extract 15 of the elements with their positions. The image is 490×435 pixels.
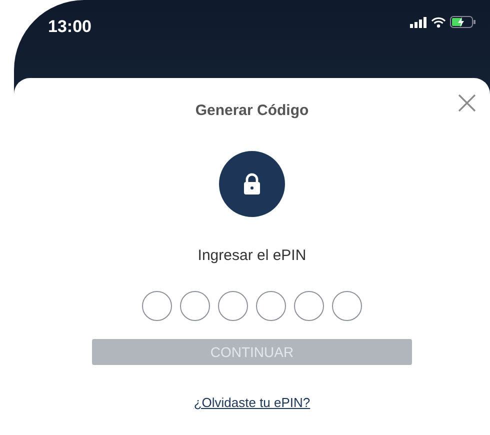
pin-digit-field[interactable] [180,291,210,321]
forgot-pin-link[interactable]: ¿Olvidaste tu ePIN? [194,393,310,412]
wifi-icon [431,16,446,28]
pin-digit-field[interactable] [294,291,324,321]
status-time: 13:00 [48,16,92,38]
pin-digit-field[interactable] [142,291,172,321]
pin-prompt: Ingresar el ePIN [198,246,306,266]
signal-icon [410,16,427,28]
pin-digit-field[interactable] [332,291,362,321]
pin-digit-field[interactable] [256,291,286,321]
lock-icon [243,172,261,194]
close-icon[interactable] [458,94,476,112]
battery-charging-icon [450,16,476,28]
sheet-title: Generar Código [195,101,309,121]
pin-digit-field[interactable] [218,291,248,321]
